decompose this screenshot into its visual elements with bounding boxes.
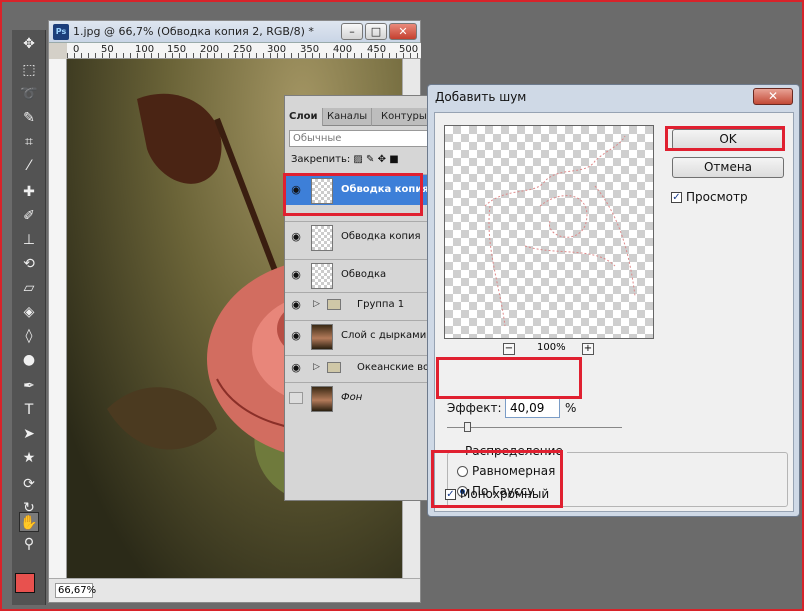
amount-label: Эффект: <box>447 401 502 415</box>
layer-row[interactable]: ◉ Слой с дырками <box>285 320 430 351</box>
layer-thumbnail <box>311 263 333 289</box>
lock-row: Закрепить: ▨ ✎ ✥ ■ <box>291 154 399 165</box>
brush-tool-icon[interactable]: ✐ <box>19 206 39 226</box>
selected-layer-highlight <box>283 173 423 216</box>
crop-tool-icon[interactable]: ⌗ <box>19 132 39 152</box>
layer-row[interactable]: Фон <box>285 382 430 413</box>
lock-transparency-icon[interactable]: ▨ <box>353 154 362 165</box>
lock-position-icon[interactable]: ✥ <box>378 154 386 165</box>
maximize-button[interactable]: □ <box>365 23 387 40</box>
blur-tool-icon[interactable]: ◊ <box>19 326 39 346</box>
layer-name: Океанские вол <box>357 362 436 373</box>
stamp-tool-icon[interactable]: ⊥ <box>19 230 39 250</box>
amount-input[interactable]: 40,09 <box>505 398 560 418</box>
layer-thumbnail <box>311 225 333 251</box>
pen-tool-icon[interactable]: ✒ <box>19 376 39 396</box>
amount-unit: % <box>565 401 577 415</box>
foreground-color-swatch[interactable] <box>15 573 35 593</box>
zoom-out-button[interactable]: − <box>503 343 515 355</box>
document-title-bar[interactable]: Ps 1.jpg @ 66,7% (Обводка копия 2, RGB/8… <box>49 21 420 43</box>
tab-channels[interactable]: Каналы <box>323 108 373 126</box>
expand-arrow-icon[interactable]: ▷ <box>313 362 320 372</box>
healing-tool-icon[interactable]: ✚ <box>19 182 39 202</box>
shape-tool-icon[interactable]: ★ <box>19 448 39 468</box>
status-bar: 66,67% <box>49 578 420 602</box>
eye-icon[interactable]: ◉ <box>289 231 303 243</box>
lock-all-icon[interactable]: ■ <box>389 154 398 165</box>
gaussian-highlight <box>431 450 563 508</box>
eye-icon[interactable]: ◉ <box>289 330 303 342</box>
minimize-button[interactable]: – <box>341 23 363 40</box>
ruler-marks <box>67 53 421 58</box>
preview-outline <box>484 135 636 327</box>
tab-layers[interactable]: Слои <box>285 108 323 126</box>
lasso-tool-icon[interactable]: ➰ <box>19 84 39 104</box>
layer-name: Фон <box>341 392 363 403</box>
eraser-tool-icon[interactable]: ▱ <box>19 278 39 298</box>
zoom-tool-icon[interactable]: ⚲ <box>19 534 39 554</box>
layer-group-row[interactable]: ◉ ▷ Океанские вол <box>285 355 436 379</box>
layers-panel: Слои Каналы Контуры Обычные Закрепить: ▨… <box>284 95 436 501</box>
vertical-ruler <box>49 59 67 579</box>
tools-panel: ✥ ⬚ ➰ ✎ ⌗ ⁄ ✚ ✐ ⊥ ⟲ ▱ ◈ ◊ ● ✒ T ➤ ★ ⟳ ↻ … <box>12 30 46 605</box>
expand-arrow-icon[interactable]: ▷ <box>313 299 320 309</box>
layer-row[interactable]: ◉ Обводка копия <box>285 221 430 252</box>
cancel-button[interactable]: Отмена <box>672 157 784 178</box>
layer-thumbnail <box>311 386 333 412</box>
type-tool-icon[interactable]: T <box>19 400 39 420</box>
amount-slider-track[interactable] <box>447 427 622 428</box>
quick-select-tool-icon[interactable]: ✎ <box>19 108 39 128</box>
tab-paths[interactable]: Контуры <box>377 108 432 126</box>
preview-checkbox[interactable]: ✓ <box>671 192 682 203</box>
history-brush-tool-icon[interactable]: ⟲ <box>19 254 39 274</box>
move-tool-icon[interactable]: ✥ <box>19 34 39 54</box>
amount-slider-thumb[interactable] <box>464 422 471 432</box>
ok-highlight <box>665 126 785 151</box>
layer-row[interactable]: ◉ Обводка <box>285 259 430 290</box>
dodge-tool-icon[interactable]: ● <box>19 350 39 370</box>
layers-tabs: Слои Каналы Контуры <box>285 108 432 126</box>
lock-pixels-icon[interactable]: ✎ <box>366 154 374 165</box>
eyedropper-tool-icon[interactable]: ⁄ <box>19 156 39 176</box>
layer-name: Группа 1 <box>357 299 405 310</box>
layer-name: Обводка копия <box>341 231 421 242</box>
horizontal-ruler: 0 50 100 150 200 250 300 350 400 450 500 <box>67 43 421 59</box>
zoom-field[interactable]: 66,67% <box>55 583 96 598</box>
eye-icon[interactable]: ◉ <box>289 362 303 374</box>
dialog-title: Добавить шум <box>435 90 527 104</box>
path-select-tool-icon[interactable]: ➤ <box>19 424 39 444</box>
layer-group-row[interactable]: ◉ ▷ Группа 1 <box>285 292 430 316</box>
document-title: 1.jpg @ 66,7% (Обводка копия 2, RGB/8) * <box>73 25 314 38</box>
zoom-percent: 100% <box>537 342 566 353</box>
preview-label: Просмотр <box>686 190 748 204</box>
layer-name: Слой с дырками <box>341 330 427 341</box>
eye-empty-icon[interactable] <box>289 392 303 404</box>
hand-tool-icon[interactable]: ✋ <box>19 512 39 532</box>
blend-mode-select[interactable]: Обычные <box>289 130 429 147</box>
layer-name: Обводка <box>341 269 387 280</box>
filter-preview[interactable] <box>444 125 654 339</box>
lock-label: Закрепить: <box>291 154 351 165</box>
eye-icon[interactable]: ◉ <box>289 269 303 281</box>
layer-thumbnail <box>311 324 333 350</box>
zoom-in-button[interactable]: + <box>582 343 594 355</box>
eye-icon[interactable]: ◉ <box>289 299 303 311</box>
folder-icon <box>327 362 341 373</box>
amount-highlight <box>436 357 582 399</box>
close-button[interactable]: ✕ <box>389 23 417 40</box>
folder-icon <box>327 299 341 310</box>
photoshop-icon: Ps <box>53 24 69 40</box>
dialog-close-button[interactable]: ✕ <box>753 88 793 105</box>
3d-rotate-tool-icon[interactable]: ⟳ <box>19 474 39 494</box>
bucket-tool-icon[interactable]: ◈ <box>19 302 39 322</box>
marquee-tool-icon[interactable]: ⬚ <box>19 60 39 80</box>
